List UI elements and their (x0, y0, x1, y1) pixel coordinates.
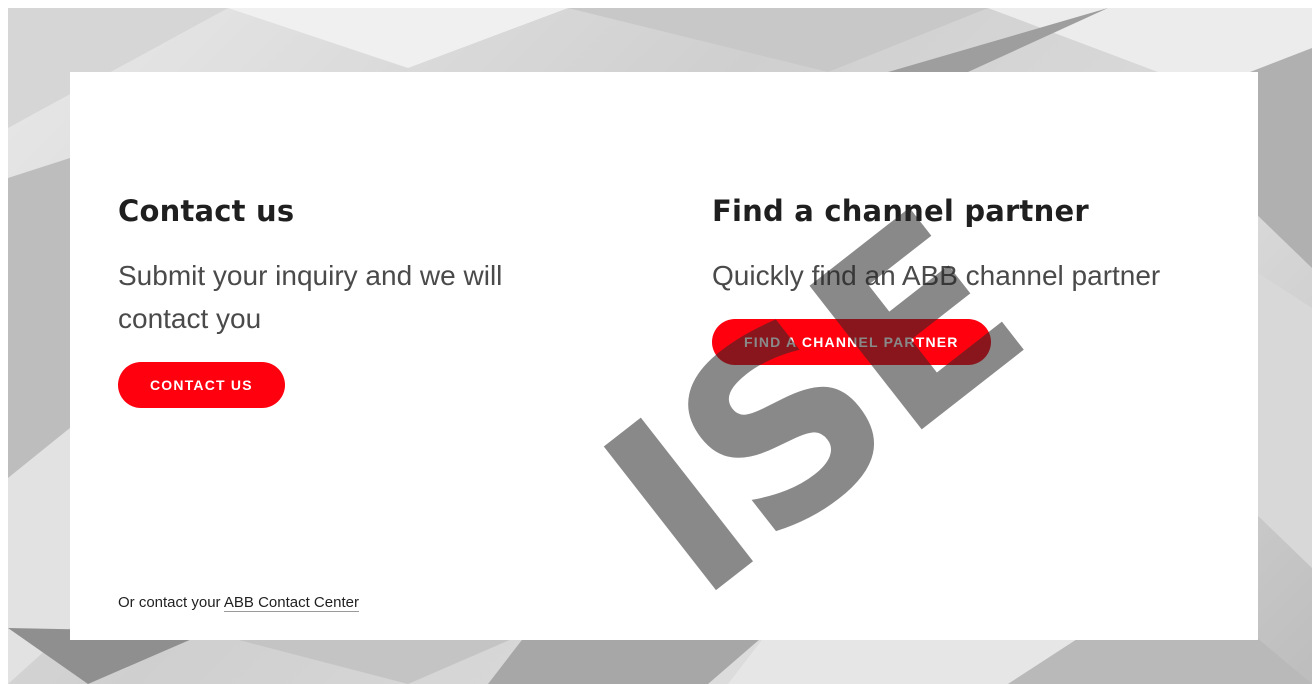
contact-us-heading: Contact us (118, 194, 295, 228)
contact-us-section: Contact us Submit your inquiry and we wi… (118, 192, 638, 408)
abb-contact-center-link[interactable]: ABB Contact Center (223, 594, 359, 612)
find-channel-partner-button[interactable]: FIND A CHANNEL PARTNER (712, 319, 991, 365)
contact-us-button[interactable]: CONTACT US (118, 362, 285, 408)
contact-card: Contact us Submit your inquiry and we wi… (70, 72, 1258, 640)
contact-us-description: Submit your inquiry and we will contact … (118, 260, 503, 334)
contact-center-line: Or contact your ABB Contact Center (118, 593, 359, 613)
channel-partner-section: Find a channel partner Quickly find an A… (712, 192, 1232, 365)
contact-center-prefix: Or contact your (118, 594, 224, 611)
channel-partner-description: Quickly find an ABB channel partner (712, 260, 1161, 291)
channel-partner-heading: Find a channel partner (712, 194, 1089, 228)
page-background: Contact us Submit your inquiry and we wi… (8, 8, 1312, 684)
